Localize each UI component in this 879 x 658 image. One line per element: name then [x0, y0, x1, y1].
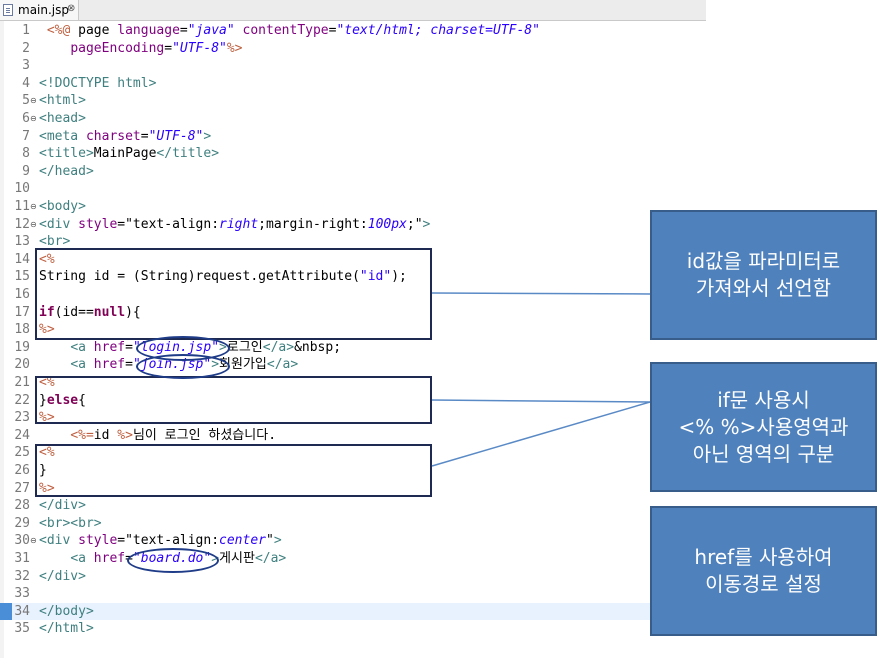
callout-href-line1: href를 사용하여: [694, 545, 833, 569]
callout-param-line1: id값을 파라미터로: [686, 249, 841, 273]
callout-param-line2: 가져와서 선언함: [695, 276, 832, 300]
connector-param: [431, 292, 651, 295]
connector-ifblock: [431, 399, 651, 403]
callout-ifblock-line3: 아닌 영역의 구분: [692, 441, 835, 466]
callout-href: href를 사용하여 이동경로 설정: [650, 506, 877, 636]
callout-param: id값을 파라미터로 가져와서 선언함: [650, 210, 877, 340]
callout-href-line2: 이동경로 설정: [705, 572, 822, 596]
callout-ifblock: if문 사용시 <% %>사용영역과 아닌 영역의 구분: [650, 362, 877, 492]
connector-closing: [431, 401, 651, 467]
callout-ifblock-line1: if문 사용시: [717, 387, 810, 412]
callout-ifblock-line2: <% %>사용영역과: [678, 414, 849, 439]
